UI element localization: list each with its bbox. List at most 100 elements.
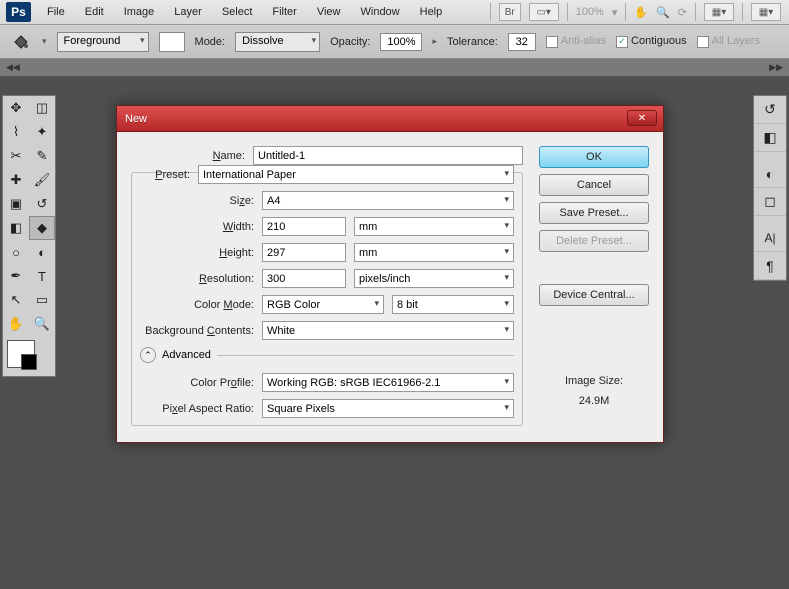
height-label: Height: (140, 247, 254, 259)
width-input[interactable] (262, 217, 346, 236)
save-preset-button[interactable]: Save Preset... (539, 202, 649, 224)
stamp-tool[interactable]: ▣ (3, 192, 29, 216)
crop-tool[interactable]: ✂ (3, 144, 29, 168)
path-tool[interactable]: ↖ (3, 288, 29, 312)
menu-image[interactable]: Image (114, 2, 165, 22)
adjustments-panel-icon[interactable]: ◐ (754, 160, 786, 188)
bridge-button[interactable]: Br (499, 3, 521, 21)
delete-preset-button: Delete Preset... (539, 230, 649, 252)
name-label: Name: (131, 150, 245, 162)
menu-edit[interactable]: Edit (75, 2, 114, 22)
healing-tool[interactable]: ✚ (3, 168, 29, 192)
wand-tool[interactable]: ✦ (29, 120, 55, 144)
pen-tool[interactable]: ✒ (3, 264, 29, 288)
size-select[interactable]: A4 (262, 191, 514, 210)
pixel-aspect-select[interactable]: Square Pixels (262, 399, 514, 418)
blur-tool[interactable]: ○ (3, 240, 29, 264)
size-label: Size: (140, 195, 254, 207)
color-mode-label: Color Mode: (140, 299, 254, 311)
color-profile-label: Color Profile: (140, 377, 254, 389)
shape-tool[interactable]: ▭ (29, 288, 55, 312)
rotate-icon[interactable]: ⟳ (678, 6, 687, 19)
antialias-checkbox[interactable]: Anti-alias (546, 35, 606, 47)
properties-panel-icon[interactable]: ◧ (754, 124, 786, 152)
collapse-right-icon[interactable]: ▶▶ (769, 62, 783, 73)
menu-filter[interactable]: Filter (262, 2, 306, 22)
history-brush-tool[interactable]: ↺ (29, 192, 55, 216)
collapse-left-icon[interactable]: ◀◀ (6, 62, 20, 73)
bit-depth-select[interactable]: 8 bit (392, 295, 514, 314)
pixel-aspect-label: Pixel Aspect Ratio: (140, 403, 254, 415)
color-mode-select[interactable]: RGB Color (262, 295, 384, 314)
menu-bar: Ps File Edit Image Layer Select Filter V… (0, 0, 789, 25)
right-panel: ↺ ◧ ◐ ◻ A| ¶ (753, 95, 787, 281)
history-panel-icon[interactable]: ↺ (754, 96, 786, 124)
menu-view[interactable]: View (307, 2, 351, 22)
resolution-label: Resolution: (140, 273, 254, 285)
menu-file[interactable]: File (37, 2, 75, 22)
fg-color-swatch[interactable] (159, 32, 185, 52)
brush-tool[interactable]: 🖌 (29, 168, 55, 192)
all-layers-checkbox[interactable]: All Layers (697, 35, 760, 47)
contiguous-checkbox[interactable]: Contiguous (616, 35, 687, 47)
opacity-input[interactable] (380, 33, 422, 51)
name-input[interactable] (253, 146, 523, 165)
menu-window[interactable]: Window (351, 2, 410, 22)
new-document-dialog: New ✕ Name: Preset: International Paper … (116, 105, 664, 443)
move-tool[interactable]: ✥ (3, 96, 29, 120)
marquee-tool[interactable]: ◫ (29, 96, 55, 120)
bg-contents-select[interactable]: White (262, 321, 514, 340)
hand-tool[interactable]: ✋ (3, 312, 29, 336)
zoom-tool[interactable]: 🔍 (29, 312, 55, 336)
device-central-button[interactable]: Device Central... (539, 284, 649, 306)
advanced-toggle[interactable]: ⌃ (140, 347, 156, 363)
height-input[interactable] (262, 243, 346, 262)
workspace-button[interactable]: ▦▾ (751, 3, 781, 21)
fill-source-select[interactable]: Foreground (57, 32, 149, 52)
tolerance-label: Tolerance: (447, 36, 498, 48)
tolerance-input[interactable] (508, 33, 536, 51)
width-label: Width: (140, 221, 254, 233)
preset-label: Preset: (140, 169, 190, 181)
paint-bucket-tool[interactable]: ◆ (29, 216, 55, 240)
close-icon[interactable]: ✕ (627, 110, 657, 126)
masks-panel-icon[interactable]: ◻ (754, 188, 786, 216)
width-unit-select[interactable]: mm (354, 217, 514, 236)
zoom-icon[interactable]: 🔍 (656, 6, 670, 19)
bg-contents-label: Background Contents: (140, 325, 254, 337)
dialog-title: New (125, 113, 147, 125)
color-profile-select[interactable]: Working RGB: sRGB IEC61966-2.1 (262, 373, 514, 392)
image-size-label: Image Size: (539, 372, 649, 392)
type-tool[interactable]: T (29, 264, 55, 288)
document-tab-strip: ◀◀ ▶▶ (0, 59, 789, 77)
tools-panel: ✥◫ ⌇✦ ✂✎ ✚🖌 ▣↺ ◧◆ ○◐ ✒T ↖▭ ✋🔍 (2, 95, 56, 377)
hand-icon[interactable]: ✋ (634, 6, 648, 19)
color-swatches[interactable] (3, 336, 55, 376)
menu-layer[interactable]: Layer (164, 2, 212, 22)
paint-bucket-icon[interactable] (10, 31, 32, 53)
advanced-label: Advanced (162, 349, 211, 361)
mode-label: Mode: (195, 36, 226, 48)
character-panel-icon[interactable]: A| (754, 224, 786, 252)
eyedropper-tool[interactable]: ✎ (29, 144, 55, 168)
dialog-titlebar[interactable]: New ✕ (117, 106, 663, 132)
cancel-button[interactable]: Cancel (539, 174, 649, 196)
dodge-tool[interactable]: ◐ (29, 240, 55, 264)
arrange-button[interactable]: ▦▾ (704, 3, 734, 21)
ok-button[interactable]: OK (539, 146, 649, 168)
screen-mode-button[interactable]: ▭▾ (529, 3, 559, 21)
height-unit-select[interactable]: mm (354, 243, 514, 262)
mode-select[interactable]: Dissolve (235, 32, 320, 52)
eraser-tool[interactable]: ◧ (3, 216, 29, 240)
zoom-level[interactable]: 100% (576, 6, 604, 18)
image-size-value: 24.9M (539, 392, 649, 412)
resolution-input[interactable] (262, 269, 346, 288)
ps-logo: Ps (6, 2, 31, 22)
options-bar: ▾ Foreground Mode: Dissolve Opacity: ▸ T… (0, 25, 789, 59)
paragraph-panel-icon[interactable]: ¶ (754, 252, 786, 280)
resolution-unit-select[interactable]: pixels/inch (354, 269, 514, 288)
menu-select[interactable]: Select (212, 2, 263, 22)
menu-help[interactable]: Help (410, 2, 453, 22)
lasso-tool[interactable]: ⌇ (3, 120, 29, 144)
preset-select[interactable]: International Paper (198, 165, 514, 184)
